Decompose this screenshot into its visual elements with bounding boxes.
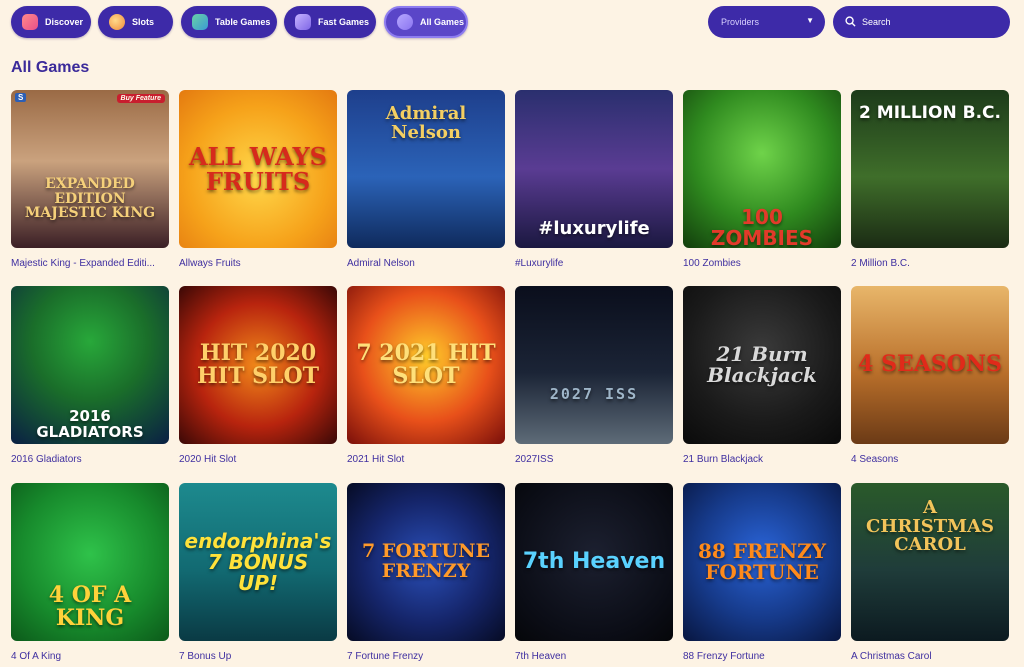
game-thumbnail: S Buy Feature EXPANDED EDITION MAJESTIC …	[11, 90, 169, 248]
game-card[interactable]: ALL WAYS FRUITS Allways Fruits	[179, 90, 337, 269]
game-title: 4 Seasons	[851, 454, 899, 465]
game-thumbnail: A CHRISTMAS CAROL	[851, 483, 1009, 641]
chevron-down-icon: ▼	[806, 16, 814, 25]
game-thumbnail: 88 FRENZY FORTUNE	[683, 483, 841, 641]
providers-label: Providers	[721, 17, 760, 27]
game-thumbnail: ALL WAYS FRUITS	[179, 90, 337, 248]
tab-table-games[interactable]: Table Games	[181, 6, 277, 38]
game-art-title: 2 MILLION B.C.	[859, 103, 1001, 124]
game-title: 88 Frenzy Fortune	[683, 651, 765, 662]
game-card[interactable]: 4 SEASONS 4 Seasons	[851, 286, 1009, 465]
game-card[interactable]: 88 FRENZY FORTUNE 88 Frenzy Fortune	[683, 483, 841, 662]
game-art-title: 7 FORTUNE FRENZY	[362, 540, 490, 582]
all-games-icon	[397, 14, 413, 30]
game-card[interactable]: 100 ZOMBIES 100 Zombies	[683, 90, 841, 269]
tab-label: Slots	[132, 17, 155, 27]
game-art-title: 2016 GLADIATORS	[36, 407, 144, 441]
game-title: 2 Million B.C.	[851, 258, 910, 269]
discover-icon	[22, 14, 38, 30]
game-card[interactable]: 7 2021 HIT SLOT 2021 Hit Slot	[347, 286, 505, 465]
game-card[interactable]: A CHRISTMAS CAROL A Christmas Carol	[851, 483, 1009, 662]
game-title: #Luxurylife	[515, 258, 564, 269]
game-thumbnail: 4 OF A KING	[11, 483, 169, 641]
game-title: 7 Fortune Frenzy	[347, 651, 424, 662]
game-title: Majestic King - Expanded Editi...	[11, 258, 155, 269]
game-card[interactable]: 2027 ISS 2027ISS	[515, 286, 673, 465]
game-title: 21 Burn Blackjack	[683, 454, 764, 465]
tab-discover[interactable]: Discover	[11, 6, 91, 38]
game-thumbnail: Admiral Nelson	[347, 90, 505, 248]
game-title: 2016 Gladiators	[11, 454, 82, 465]
game-art-title: EXPANDED EDITION MAJESTIC KING	[24, 175, 156, 222]
game-thumbnail: 7th Heaven	[515, 483, 673, 641]
game-card[interactable]: 2016 GLADIATORS 2016 Gladiators	[11, 286, 169, 465]
game-card[interactable]: 7 FORTUNE FRENZY 7 Fortune Frenzy	[347, 483, 505, 662]
search-input[interactable]	[862, 17, 1002, 27]
game-title: 2021 Hit Slot	[347, 454, 405, 465]
game-thumbnail: #luxurylife	[515, 90, 673, 248]
game-art-title: 4 OF A KING	[48, 581, 132, 631]
providers-dropdown[interactable]: Providers ▼	[708, 6, 825, 38]
game-art-title: ALL WAYS FRUITS	[188, 141, 328, 196]
game-card[interactable]: #luxurylife #Luxurylife	[515, 90, 673, 269]
tab-label: Fast Games	[318, 17, 370, 27]
game-art-title: 7 2021 HIT SLOT	[356, 339, 496, 389]
game-card[interactable]: endorphina's 7 BONUS UP! 7 Bonus Up	[179, 483, 337, 662]
game-thumbnail: 2 MILLION B.C.	[851, 90, 1009, 248]
game-art-title: #luxurylife	[538, 217, 650, 239]
fast-games-icon	[295, 14, 311, 30]
game-title: 7th Heaven	[515, 651, 567, 662]
search-icon	[845, 15, 856, 29]
search-box[interactable]	[833, 6, 1010, 38]
game-art-title: 2027 ISS	[549, 385, 639, 404]
game-thumbnail: 21 Burn Blackjack	[683, 286, 841, 444]
slots-icon	[109, 14, 125, 30]
game-art-title: A CHRISTMAS CAROL	[866, 496, 994, 556]
table-games-icon	[192, 14, 208, 30]
game-card[interactable]: Admiral Nelson Admiral Nelson	[347, 90, 505, 269]
buy-feature-badge: Buy Feature	[116, 94, 165, 103]
game-art-title: 100 ZOMBIES	[710, 205, 814, 249]
section-title: All Games	[11, 59, 90, 76]
top-navigation: Discover Slots Table Games Fast Games Al…	[0, 0, 1024, 44]
game-title: 2027ISS	[515, 454, 554, 465]
game-art-title: 7th Heaven	[522, 549, 666, 575]
game-title: 7 Bonus Up	[179, 651, 232, 662]
game-thumbnail: 2016 GLADIATORS	[11, 286, 169, 444]
game-thumbnail: endorphina's 7 BONUS UP!	[179, 483, 337, 641]
game-art-title: 21 Burn Blackjack	[707, 342, 817, 387]
game-title: 4 Of A King	[11, 651, 62, 662]
game-thumbnail: 2027 ISS	[515, 286, 673, 444]
game-art-title: 88 FRENZY FORTUNE	[697, 539, 827, 584]
tab-slots[interactable]: Slots	[98, 6, 173, 38]
tab-all-games[interactable]: All Games	[384, 6, 468, 38]
game-title: 2020 Hit Slot	[179, 454, 237, 465]
provider-badge: S	[15, 93, 27, 102]
game-card[interactable]: 4 OF A KING 4 Of A King	[11, 483, 169, 662]
game-title: A Christmas Carol	[851, 651, 932, 662]
tab-label: All Games	[420, 17, 465, 27]
game-art-title: Admiral Nelson	[385, 103, 467, 143]
game-art-title: HIT 2020 HIT SLOT	[197, 339, 319, 389]
game-title: Admiral Nelson	[347, 258, 415, 269]
game-card[interactable]: HIT 2020 HIT SLOT 2020 Hit Slot	[179, 286, 337, 465]
tab-label: Discover	[45, 17, 84, 27]
game-card[interactable]: S Buy Feature EXPANDED EDITION MAJESTIC …	[11, 90, 169, 269]
game-art-title: endorphina's 7 BONUS UP!	[184, 528, 332, 595]
game-art-title: 4 SEASONS	[858, 351, 1002, 378]
game-card[interactable]: 7th Heaven 7th Heaven	[515, 483, 673, 662]
game-title: 100 Zombies	[683, 258, 741, 269]
game-thumbnail: 7 FORTUNE FRENZY	[347, 483, 505, 641]
game-thumbnail: 100 ZOMBIES	[683, 90, 841, 248]
game-card[interactable]: 21 Burn Blackjack 21 Burn Blackjack	[683, 286, 841, 465]
game-title: Allways Fruits	[179, 258, 241, 269]
game-thumbnail: 7 2021 HIT SLOT	[347, 286, 505, 444]
game-thumbnail: 4 SEASONS	[851, 286, 1009, 444]
game-card[interactable]: 2 MILLION B.C. 2 Million B.C.	[851, 90, 1009, 269]
tab-fast-games[interactable]: Fast Games	[284, 6, 376, 38]
game-thumbnail: HIT 2020 HIT SLOT	[179, 286, 337, 444]
tab-label: Table Games	[215, 17, 271, 27]
